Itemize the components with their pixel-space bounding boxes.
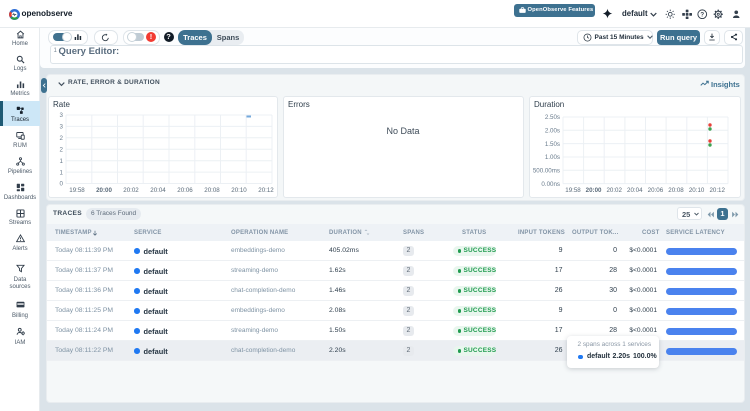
svg-text:20:04: 20:04 xyxy=(150,187,166,194)
svg-text:?: ? xyxy=(700,11,704,18)
svg-text:20:00: 20:00 xyxy=(96,187,112,194)
svg-text:20:12: 20:12 xyxy=(709,187,725,194)
svg-text:2: 2 xyxy=(60,147,64,154)
svg-text:20:06: 20:06 xyxy=(177,187,193,194)
svg-text:Duration: Duration xyxy=(534,100,564,109)
svg-text:20:10: 20:10 xyxy=(231,187,247,194)
svg-text:1: 1 xyxy=(60,158,64,165)
svg-text:19:58: 19:58 xyxy=(565,187,581,194)
svg-text:19:58: 19:58 xyxy=(69,187,85,194)
svg-text:20:04: 20:04 xyxy=(627,187,643,194)
svg-text:No Data: No Data xyxy=(386,126,419,136)
svg-text:Errors: Errors xyxy=(288,100,310,109)
svg-text:0: 0 xyxy=(60,181,64,188)
svg-text:3: 3 xyxy=(60,124,64,131)
svg-text:Rate: Rate xyxy=(53,100,70,109)
svg-text:20:02: 20:02 xyxy=(123,187,139,194)
svg-text:3: 3 xyxy=(60,112,64,119)
svg-text:1.00s: 1.00s xyxy=(545,154,560,161)
svg-text:20:08: 20:08 xyxy=(204,187,220,194)
svg-text:20:02: 20:02 xyxy=(606,187,622,194)
svg-text:20:08: 20:08 xyxy=(668,187,684,194)
svg-text:2.50s: 2.50s xyxy=(545,114,560,121)
svg-text:20:06: 20:06 xyxy=(648,187,664,194)
svg-text:2: 2 xyxy=(60,135,64,142)
svg-text:20:10: 20:10 xyxy=(689,187,705,194)
svg-text:500.00ms: 500.00ms xyxy=(533,168,560,175)
svg-text:1.50s: 1.50s xyxy=(545,141,560,148)
svg-text:20:12: 20:12 xyxy=(258,187,274,194)
svg-text:0.00ns: 0.00ns xyxy=(541,181,560,188)
svg-text:20:00: 20:00 xyxy=(586,187,602,194)
svg-text:2.00s: 2.00s xyxy=(545,128,560,135)
svg-text:1: 1 xyxy=(60,169,64,176)
